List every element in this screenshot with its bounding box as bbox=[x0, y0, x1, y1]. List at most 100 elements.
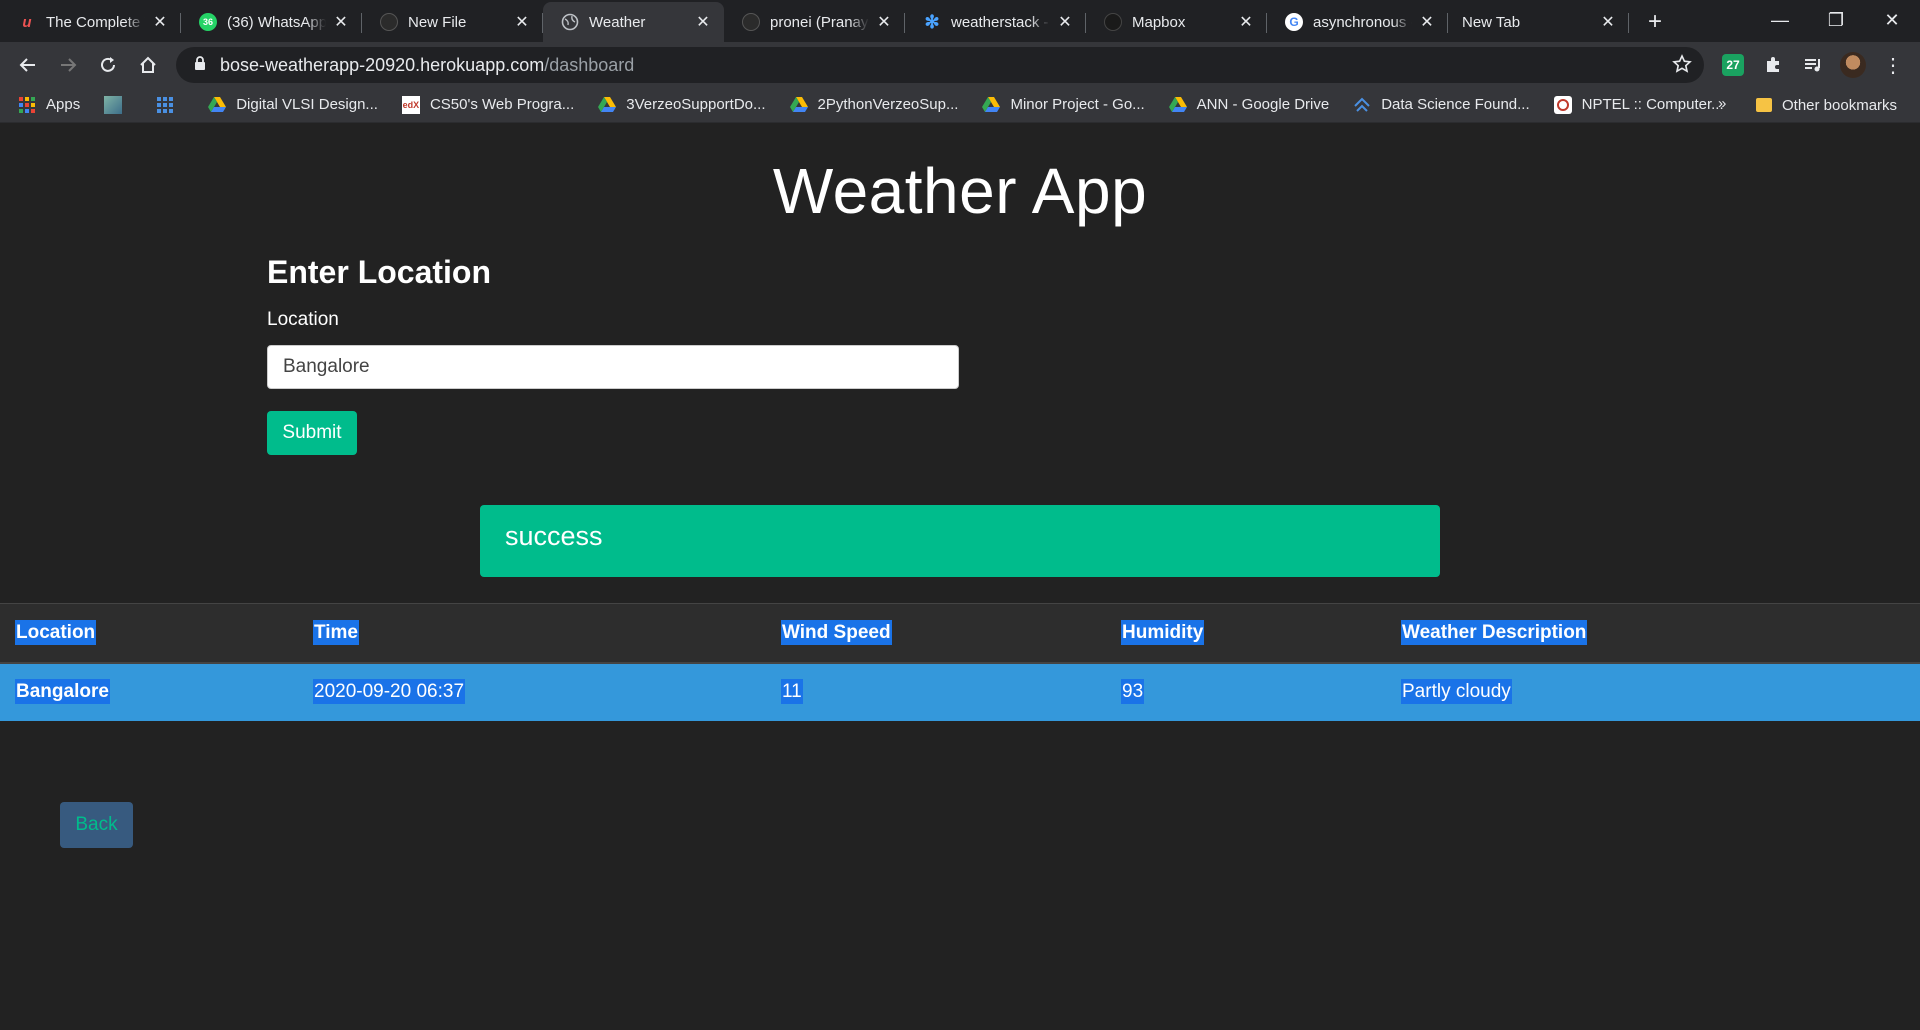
reload-icon[interactable] bbox=[90, 47, 126, 83]
tab-weatherstack[interactable]: ✻ weatherstack - Real-Time ✕ bbox=[905, 2, 1086, 42]
bookmark-apps-blue[interactable] bbox=[156, 96, 184, 114]
tab-title: The Complete Web Developer bbox=[46, 13, 145, 31]
column-header: Wind Speed bbox=[766, 604, 1106, 663]
close-tab-icon[interactable]: ✕ bbox=[875, 13, 893, 31]
page-content: Weather App Enter Location Location Subm… bbox=[0, 124, 1920, 1030]
bookmark-data-science[interactable]: Data Science Found... bbox=[1353, 96, 1530, 114]
table-cell: Partly cloudy bbox=[1386, 663, 1920, 721]
cell-weather-description: Partly cloudy bbox=[1401, 679, 1512, 704]
bookmark-label: Apps bbox=[46, 96, 81, 113]
tab-weather[interactable]: Weather ✕ bbox=[543, 2, 724, 42]
bookmarks-overflow-button[interactable]: » bbox=[1718, 95, 1726, 112]
bookmarks-bar: Apps Digital VLSI Design... edX CS50's W… bbox=[0, 87, 1920, 123]
header-wind-speed: Wind Speed bbox=[781, 619, 892, 645]
edx-icon: edX bbox=[401, 95, 420, 114]
table-cell: 11 bbox=[766, 663, 1106, 721]
bookmark-star-icon[interactable] bbox=[1672, 54, 1692, 79]
tab-title: asynchronous - Google bbox=[1313, 13, 1412, 31]
profile-avatar[interactable] bbox=[1838, 47, 1868, 83]
cell-wind-speed: 11 bbox=[781, 679, 803, 704]
header-location: Location bbox=[15, 619, 97, 645]
drive-icon bbox=[982, 96, 1001, 114]
submit-button[interactable]: Submit bbox=[267, 411, 357, 455]
close-tab-icon[interactable]: ✕ bbox=[1237, 13, 1255, 31]
bookmark-label: CS50's Web Progra... bbox=[429, 96, 575, 113]
kebab-menu-icon[interactable]: ⋮ bbox=[1878, 47, 1908, 83]
forward-arrow-icon[interactable] bbox=[50, 47, 86, 83]
cell-location: Bangalore bbox=[15, 679, 110, 704]
back-button[interactable]: Back bbox=[60, 802, 133, 848]
url-host: bose-weatherapp-20920.herokuapp.com bbox=[220, 54, 545, 75]
other-bookmarks[interactable]: Other bookmarks bbox=[1756, 87, 1897, 123]
tab-whatsapp[interactable]: 36 (36) WhatsApp ✕ bbox=[181, 2, 362, 42]
drive-icon bbox=[208, 96, 227, 114]
google-icon: G bbox=[1285, 13, 1303, 31]
restore-icon[interactable]: ❐ bbox=[1808, 0, 1864, 40]
bookmark-image[interactable] bbox=[104, 95, 132, 114]
bookmark-label: 2PythonVerzeoSup... bbox=[817, 96, 959, 113]
tab-pronei[interactable]: pronei (Pranay ✕ bbox=[724, 2, 905, 42]
close-tab-icon[interactable]: ✕ bbox=[1056, 13, 1074, 31]
close-window-icon[interactable]: ✕ bbox=[1864, 0, 1920, 40]
header-humidity: Humidity bbox=[1121, 619, 1205, 645]
drive-icon bbox=[598, 96, 617, 114]
cell-humidity: 93 bbox=[1121, 679, 1145, 704]
tab-udemy[interactable]: u The Complete Web Developer ✕ bbox=[0, 2, 181, 42]
bookmark-apps[interactable]: Apps bbox=[18, 96, 80, 114]
bookmark-label: Digital VLSI Design... bbox=[236, 96, 378, 113]
tab-title: Weather bbox=[589, 13, 646, 31]
success-alert: success bbox=[480, 505, 1440, 577]
tab-strip: u The Complete Web Developer ✕ 36 (36) W… bbox=[0, 0, 1920, 42]
window-controls: — ❐ ✕ bbox=[1752, 0, 1920, 40]
bookmark-2python[interactable]: 2PythonVerzeoSup... bbox=[789, 96, 959, 114]
column-header: Time bbox=[298, 604, 766, 663]
tab-google-search[interactable]: G asynchronous - Google ✕ bbox=[1267, 2, 1448, 42]
bookmark-label: Minor Project - Go... bbox=[1010, 96, 1145, 113]
bookmark-cs50[interactable]: edX CS50's Web Progra... bbox=[401, 95, 575, 114]
whatsapp-icon: 36 bbox=[199, 13, 217, 31]
new-tab-button[interactable]: + bbox=[1637, 2, 1673, 42]
folder-icon bbox=[1756, 98, 1772, 112]
form-heading: Enter Location bbox=[267, 254, 492, 290]
location-input[interactable] bbox=[267, 345, 959, 389]
globe-icon bbox=[561, 13, 579, 31]
github-icon bbox=[380, 13, 398, 31]
media-queue-icon[interactable] bbox=[1798, 47, 1828, 83]
tab-title: (36) WhatsApp bbox=[227, 13, 326, 31]
weather-results-table: Location Time Wind Speed Humidity Weathe… bbox=[0, 603, 1920, 721]
page-title: Weather App bbox=[772, 155, 1148, 227]
back-arrow-icon[interactable] bbox=[10, 47, 46, 83]
column-header: Location bbox=[0, 604, 298, 663]
coursera-icon bbox=[1353, 96, 1371, 114]
tab-mapbox[interactable]: Mapbox ✕ bbox=[1086, 2, 1267, 42]
bookmark-nptel[interactable]: NPTEL :: Computer... bbox=[1553, 95, 1724, 114]
close-tab-icon[interactable]: ✕ bbox=[513, 13, 531, 31]
bookmark-ann[interactable]: ANN - Google Drive bbox=[1168, 96, 1330, 114]
bookmark-label: 3VerzeoSupportDo... bbox=[626, 96, 766, 113]
extension-27-icon[interactable]: 27 bbox=[1718, 47, 1748, 83]
tab-new-tab[interactable]: New Tab ✕ bbox=[1448, 2, 1629, 42]
close-tab-icon[interactable]: ✕ bbox=[694, 13, 712, 31]
tab-new-file[interactable]: New File ✕ bbox=[362, 2, 543, 42]
home-icon[interactable] bbox=[130, 47, 166, 83]
column-header: Humidity bbox=[1106, 604, 1386, 663]
table-cell: 93 bbox=[1106, 663, 1386, 721]
bookmark-digital-vlsi[interactable]: Digital VLSI Design... bbox=[208, 96, 378, 114]
apps-grid-icon bbox=[18, 96, 36, 114]
avatar bbox=[1840, 52, 1866, 78]
puzzle-extensions-icon[interactable] bbox=[1758, 47, 1788, 83]
tab-title: weatherstack - Real-Time bbox=[951, 13, 1050, 31]
bookmark-label: ANN - Google Drive bbox=[1196, 96, 1330, 113]
cell-time: 2020-09-20 06:37 bbox=[313, 679, 466, 704]
drive-icon bbox=[1168, 96, 1187, 114]
header-weather-description: Weather Description bbox=[1401, 619, 1588, 645]
close-tab-icon[interactable]: ✕ bbox=[1418, 13, 1436, 31]
close-tab-icon[interactable]: ✕ bbox=[1599, 13, 1617, 31]
mapbox-icon bbox=[1104, 13, 1122, 31]
bookmark-minor-project[interactable]: Minor Project - Go... bbox=[982, 96, 1145, 114]
minimize-icon[interactable]: — bbox=[1752, 0, 1808, 40]
address-bar[interactable]: bose-weatherapp-20920.herokuapp.com/dash… bbox=[176, 47, 1704, 83]
bookmark-3verzeo[interactable]: 3VerzeoSupportDo... bbox=[598, 96, 766, 114]
close-tab-icon[interactable]: ✕ bbox=[332, 13, 350, 31]
close-tab-icon[interactable]: ✕ bbox=[151, 13, 169, 31]
